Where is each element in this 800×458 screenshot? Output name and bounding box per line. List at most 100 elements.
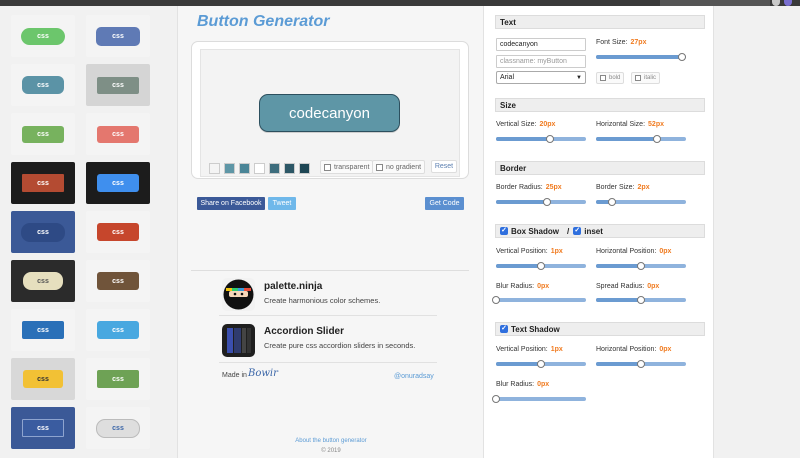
slider-fill: [496, 200, 548, 204]
font-size-label: Font Size: 27px: [596, 39, 646, 46]
promo-title[interactable]: palette.ninja: [264, 281, 322, 292]
preset-button: css: [22, 419, 64, 437]
text-blur-value: 0px: [537, 381, 550, 388]
slider-handle[interactable]: [537, 360, 545, 368]
font-family-select[interactable]: Arial ▼: [496, 71, 586, 84]
promo-divider: [219, 362, 437, 363]
reset-button[interactable]: Reset: [431, 160, 457, 173]
button-text-input[interactable]: codecanyon: [496, 38, 586, 51]
font-family-value: Arial: [500, 74, 515, 81]
preset-tile[interactable]: css: [86, 113, 150, 155]
font-size-slider[interactable]: [596, 53, 686, 61]
share-facebook-button[interactable]: Share on Facebook: [197, 197, 265, 210]
preset-tile[interactable]: css: [86, 162, 150, 204]
vertical-size-label: Vertical Size: 20px: [496, 121, 555, 128]
transparent-checkbox[interactable]: transparent: [320, 160, 374, 174]
text-shadow-checkbox[interactable]: ✓: [500, 325, 508, 333]
box-spread-slider[interactable]: [596, 296, 686, 304]
preset-tile[interactable]: css: [86, 64, 150, 106]
box-spread-label: Spread Radius: 0px: [596, 283, 659, 290]
vertical-size-value: 20px: [539, 121, 556, 128]
about-link[interactable]: About the button generator: [178, 438, 484, 444]
preset-button: css: [97, 272, 139, 290]
text-blur-slider[interactable]: [492, 395, 586, 403]
slider-handle[interactable]: [637, 296, 645, 304]
no-gradient-checkbox[interactable]: no gradient: [372, 160, 426, 174]
bold-toggle[interactable]: bold: [596, 72, 625, 84]
vertical-size-slider[interactable]: [496, 135, 586, 143]
box-blur-label: Blur Radius: 0px: [496, 283, 549, 290]
box-vpos-value: 1px: [550, 248, 563, 255]
preset-tile[interactable]: css: [11, 211, 75, 253]
chevron-down-icon: ▼: [576, 74, 582, 81]
background-swatch[interactable]: [209, 163, 220, 174]
preset-tile[interactable]: css: [11, 113, 75, 155]
box-shadow-section-header: ✓ Box Shadow / ✓ inset: [495, 224, 705, 238]
page-title: Button Generator: [197, 13, 330, 30]
slider-handle[interactable]: [546, 135, 554, 143]
slider-handle[interactable]: [637, 262, 645, 270]
box-vpos-slider[interactable]: [496, 262, 586, 270]
classname-input[interactable]: classname: myButton: [496, 55, 586, 68]
ninja-icon[interactable]: [222, 278, 255, 311]
box-shadow-checkbox[interactable]: ✓: [500, 227, 508, 235]
preset-tile[interactable]: css: [11, 309, 75, 351]
preset-tile[interactable]: css: [86, 358, 150, 400]
background-swatch[interactable]: [224, 163, 235, 174]
promo-description: Create pure css accordion sliders in sec…: [264, 341, 416, 350]
inset-checkbox[interactable]: ✓: [573, 227, 582, 235]
preset-tile[interactable]: css: [86, 260, 150, 302]
border-radius-slider[interactable]: [496, 198, 586, 206]
slider-handle[interactable]: [537, 262, 545, 270]
preset-button: css: [22, 174, 64, 192]
made-in-logo[interactable]: Bowir: [248, 368, 278, 379]
tweet-button[interactable]: Tweet: [268, 197, 296, 210]
preset-button: css: [22, 321, 64, 339]
label-text: Vertical Position:: [496, 248, 548, 255]
no-gradient-label: no gradient: [386, 163, 422, 171]
box-blur-value: 0px: [537, 283, 550, 290]
preset-tile[interactable]: css: [11, 64, 75, 106]
background-swatch[interactable]: [254, 163, 265, 174]
slider-handle[interactable]: [492, 296, 500, 304]
promo-title[interactable]: Accordion Slider: [264, 326, 344, 337]
border-size-slider[interactable]: [596, 198, 686, 206]
slider-fill: [496, 362, 541, 366]
preview-button[interactable]: codecanyon: [259, 94, 400, 132]
slider-handle[interactable]: [637, 360, 645, 368]
promo-divider: [219, 315, 437, 316]
preset-tile[interactable]: css: [11, 15, 75, 57]
slider-handle[interactable]: [492, 395, 500, 403]
preset-button: css: [21, 222, 65, 242]
preset-tile[interactable]: css: [11, 162, 75, 204]
background-swatch[interactable]: [269, 163, 280, 174]
text-section-header: Text: [495, 15, 705, 29]
background-swatch[interactable]: [239, 163, 250, 174]
horizontal-size-slider[interactable]: [596, 135, 686, 143]
slider-fill: [596, 362, 641, 366]
preset-tile[interactable]: css: [86, 407, 150, 449]
italic-toggle[interactable]: italic: [631, 72, 661, 84]
preset-tile[interactable]: css: [11, 407, 75, 449]
background-swatch[interactable]: [284, 163, 295, 174]
section-title: Text: [500, 17, 516, 27]
preset-tile[interactable]: css: [86, 309, 150, 351]
text-vpos-slider[interactable]: [496, 360, 586, 368]
preset-button: css: [96, 418, 140, 438]
preset-tile[interactable]: css: [11, 260, 75, 302]
box-hpos-slider[interactable]: [596, 262, 686, 270]
preset-tile[interactable]: css: [11, 358, 75, 400]
author-handle-link[interactable]: @onuradsay: [394, 373, 434, 380]
text-hpos-slider[interactable]: [596, 360, 686, 368]
made-in-label: Made in: [222, 372, 247, 379]
get-code-button[interactable]: Get Code: [425, 197, 464, 210]
box-blur-slider[interactable]: [492, 296, 586, 304]
bold-label: bold: [609, 75, 621, 81]
background-swatch[interactable]: [299, 163, 310, 174]
preset-button: css: [96, 26, 140, 46]
preset-tile[interactable]: css: [86, 211, 150, 253]
slider-handle[interactable]: [677, 53, 686, 61]
accordion-icon[interactable]: [222, 324, 255, 357]
preset-tile[interactable]: css: [86, 15, 150, 57]
inset-label: inset: [584, 226, 603, 236]
